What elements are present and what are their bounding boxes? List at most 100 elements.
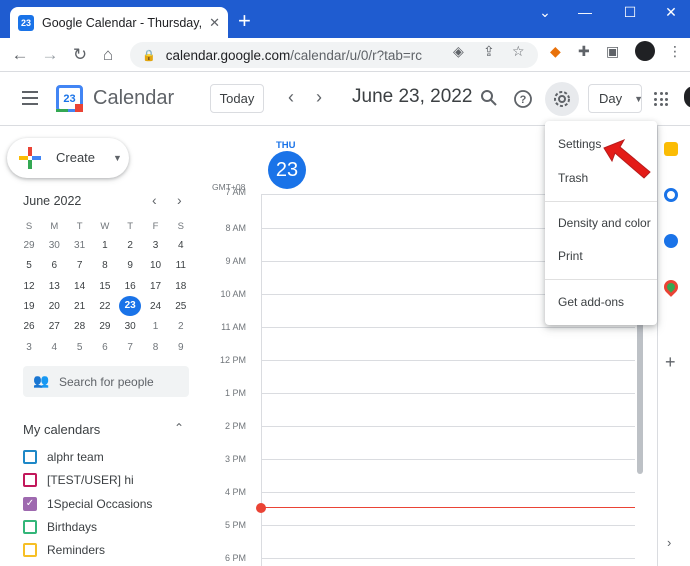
- calendar-list-item[interactable]: ✓ 1Special Occasions: [23, 495, 152, 513]
- search-icon[interactable]: [480, 89, 498, 107]
- mini-day[interactable]: 12: [18, 281, 40, 292]
- menu-item-trash[interactable]: Trash: [558, 171, 588, 185]
- today-button[interactable]: Today: [210, 84, 264, 113]
- calendar-checkbox[interactable]: [23, 473, 37, 488]
- mini-day[interactable]: 8: [145, 342, 167, 353]
- mini-day[interactable]: 29: [18, 240, 40, 251]
- next-day-icon[interactable]: ›: [316, 87, 322, 108]
- mini-day[interactable]: 7: [69, 260, 91, 271]
- account-avatar[interactable]: [684, 86, 690, 108]
- view-selector[interactable]: Day ▼: [588, 84, 643, 113]
- calendar-checkbox[interactable]: [23, 450, 37, 464]
- new-tab-button[interactable]: +: [238, 9, 251, 33]
- mini-day[interactable]: 17: [145, 281, 167, 292]
- mini-day[interactable]: 19: [18, 301, 40, 312]
- profile-avatar-icon[interactable]: [635, 41, 655, 61]
- mini-day[interactable]: 4: [170, 240, 192, 251]
- mini-day[interactable]: 6: [94, 342, 116, 353]
- calendar-list-item[interactable]: alphr team: [23, 448, 104, 466]
- mini-day[interactable]: 1: [94, 240, 116, 251]
- mini-day[interactable]: 2: [119, 240, 141, 251]
- mini-day[interactable]: 15: [94, 281, 116, 292]
- mini-day[interactable]: 8: [94, 260, 116, 271]
- browser-tab[interactable]: 23 Google Calendar - Thursday, June ✕: [10, 7, 228, 38]
- maximize-button[interactable]: ☐: [615, 4, 645, 21]
- calendar-checkbox[interactable]: [23, 519, 37, 534]
- my-calendars-title[interactable]: My calendars: [23, 422, 100, 437]
- main-menu-icon[interactable]: [22, 91, 38, 105]
- mini-day[interactable]: 13: [43, 281, 65, 292]
- settings-gear-button[interactable]: [545, 82, 579, 116]
- calendar-list-item[interactable]: Reminders: [23, 541, 105, 559]
- tasks-icon[interactable]: [664, 188, 678, 202]
- mini-day[interactable]: 18: [170, 281, 192, 292]
- menu-item-get-addons[interactable]: Get add-ons: [558, 295, 624, 309]
- mini-day[interactable]: 3: [18, 342, 40, 353]
- mini-day[interactable]: 30: [119, 321, 141, 332]
- mini-day[interactable]: 28: [69, 321, 91, 332]
- home-icon[interactable]: ⌂: [98, 46, 118, 64]
- mini-day[interactable]: 27: [43, 321, 65, 332]
- address-bar[interactable]: 🔒 calendar.google.com/calendar/u/0/r?tab…: [130, 42, 538, 68]
- mini-day[interactable]: 4: [43, 342, 65, 353]
- calendar-list-item[interactable]: Birthdays: [23, 518, 97, 536]
- calendar-list-item[interactable]: [TEST/USER] hi: [23, 471, 134, 489]
- menu-item-density-color[interactable]: Density and color: [558, 216, 651, 230]
- chevron-up-icon[interactable]: ⌃: [174, 421, 184, 435]
- back-icon[interactable]: ←: [10, 46, 30, 64]
- mini-day[interactable]: 3: [145, 240, 167, 251]
- mini-day[interactable]: 9: [170, 342, 192, 353]
- mini-day[interactable]: 2: [170, 321, 192, 332]
- metamask-extension-icon[interactable]: ◆: [550, 43, 561, 60]
- close-tab-icon[interactable]: ✕: [209, 15, 220, 31]
- mini-day[interactable]: 20: [43, 301, 65, 312]
- mini-day[interactable]: 6: [43, 260, 65, 271]
- keep-icon[interactable]: [664, 142, 678, 156]
- mini-day[interactable]: 22: [94, 301, 116, 312]
- mini-next-month-icon[interactable]: ›: [177, 192, 182, 208]
- menu-item-print[interactable]: Print: [558, 249, 583, 263]
- contacts-icon[interactable]: [664, 234, 678, 248]
- side-panel-icon[interactable]: ▣: [606, 43, 619, 60]
- mini-day[interactable]: 16: [119, 281, 141, 292]
- calendar-checkbox[interactable]: [23, 543, 37, 558]
- search-people-input[interactable]: 👥 Search for people: [23, 366, 189, 397]
- browser-menu-icon[interactable]: ⋮: [668, 43, 682, 60]
- mini-day[interactable]: 29: [94, 321, 116, 332]
- mini-day[interactable]: 25: [170, 301, 192, 312]
- forward-icon[interactable]: →: [40, 46, 60, 64]
- mini-day[interactable]: 24: [145, 301, 167, 312]
- google-apps-icon[interactable]: [654, 92, 668, 106]
- install-app-icon[interactable]: ◈: [453, 43, 464, 60]
- extensions-puzzle-icon[interactable]: ✚: [578, 43, 590, 60]
- create-button[interactable]: Create ▼: [7, 138, 129, 178]
- add-addon-icon[interactable]: +: [665, 352, 676, 373]
- mini-prev-month-icon[interactable]: ‹: [152, 192, 157, 208]
- mini-day[interactable]: 5: [69, 342, 91, 353]
- mini-day-today[interactable]: 23: [119, 295, 142, 316]
- mini-day[interactable]: 9: [119, 260, 141, 271]
- mini-day[interactable]: 11: [170, 260, 192, 271]
- previous-day-icon[interactable]: ‹: [288, 87, 294, 108]
- expand-panel-icon[interactable]: ›: [667, 535, 671, 550]
- share-icon[interactable]: ⇪: [483, 43, 495, 60]
- menu-item-settings[interactable]: Settings: [558, 137, 601, 151]
- day-number[interactable]: 23: [268, 151, 306, 189]
- mini-day[interactable]: 31: [69, 240, 91, 251]
- scrollbar[interactable]: [637, 318, 643, 474]
- mini-day[interactable]: 30: [43, 240, 65, 251]
- reload-icon[interactable]: ↻: [70, 46, 90, 64]
- minimize-button[interactable]: —: [570, 4, 600, 20]
- close-window-button[interactable]: ✕: [656, 4, 686, 21]
- mini-day[interactable]: 7: [119, 342, 141, 353]
- tab-search-icon[interactable]: ⌄: [530, 4, 560, 21]
- mini-day[interactable]: 21: [69, 301, 91, 312]
- help-icon[interactable]: ?: [513, 89, 533, 109]
- bookmark-star-icon[interactable]: ☆: [512, 43, 525, 60]
- mini-day[interactable]: 26: [18, 321, 40, 332]
- mini-day[interactable]: 14: [69, 281, 91, 292]
- mini-day[interactable]: 5: [18, 260, 40, 271]
- calendar-checkbox[interactable]: ✓: [23, 496, 37, 511]
- mini-day[interactable]: 1: [145, 321, 167, 332]
- mini-day[interactable]: 10: [145, 260, 167, 271]
